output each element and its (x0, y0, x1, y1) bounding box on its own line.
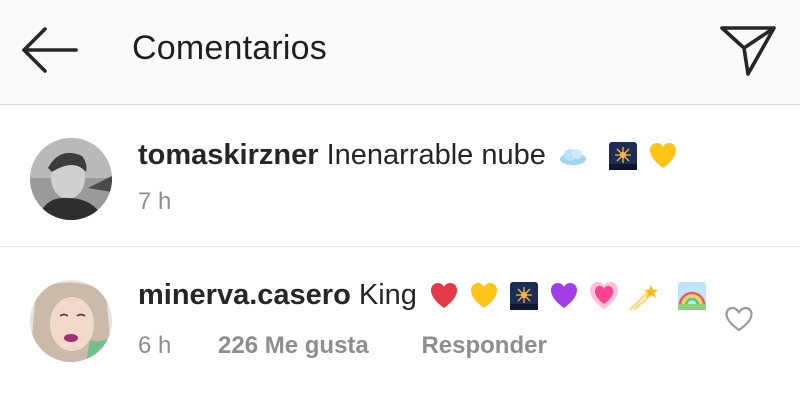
yellow-heart-icon (471, 283, 498, 309)
comment-body: Inenarrable nube (326, 139, 546, 171)
comment-body: King (358, 279, 417, 311)
page-title: Comentarios (132, 29, 327, 67)
comment-timestamp: 6 h (138, 332, 172, 359)
top-app-bar: Comentarios (0, 0, 800, 105)
growing-heart-icon (590, 282, 619, 310)
comment-text-line: tomaskirzner Inenarrable nube (138, 137, 680, 173)
comment-timestamp: 7 h (138, 188, 172, 215)
shooting-star-icon (629, 285, 659, 311)
likes-count-link[interactable]: 226 Me gusta (218, 332, 369, 359)
comment-item: minerva.casero King 6 h 226 Me gusta Res… (0, 247, 800, 409)
night-sky-icon (609, 142, 637, 171)
purple-heart-icon (551, 283, 578, 309)
comment-username[interactable]: minerva.casero (138, 279, 351, 311)
yellow-heart-icon (650, 143, 677, 169)
comment-meta: 7 h (138, 188, 171, 216)
reply-button[interactable]: Responder (421, 332, 546, 359)
night-sky-icon (510, 282, 539, 311)
comment-username[interactable]: tomaskirzner (138, 139, 319, 171)
comment-meta: 6 h 226 Me gusta Responder (138, 332, 547, 360)
user-avatar[interactable] (30, 280, 112, 362)
paper-plane-icon[interactable] (718, 22, 778, 78)
red-heart-icon (430, 283, 457, 309)
like-heart-icon[interactable] (724, 305, 754, 333)
cloud-icon (559, 149, 586, 166)
user-avatar[interactable] (30, 138, 112, 220)
comment-item: tomaskirzner Inenarrable nube 7 h (0, 105, 800, 247)
comment-text-line: minerva.casero King (138, 277, 709, 313)
rainbow-icon (678, 282, 707, 311)
back-arrow-icon[interactable] (18, 25, 80, 75)
